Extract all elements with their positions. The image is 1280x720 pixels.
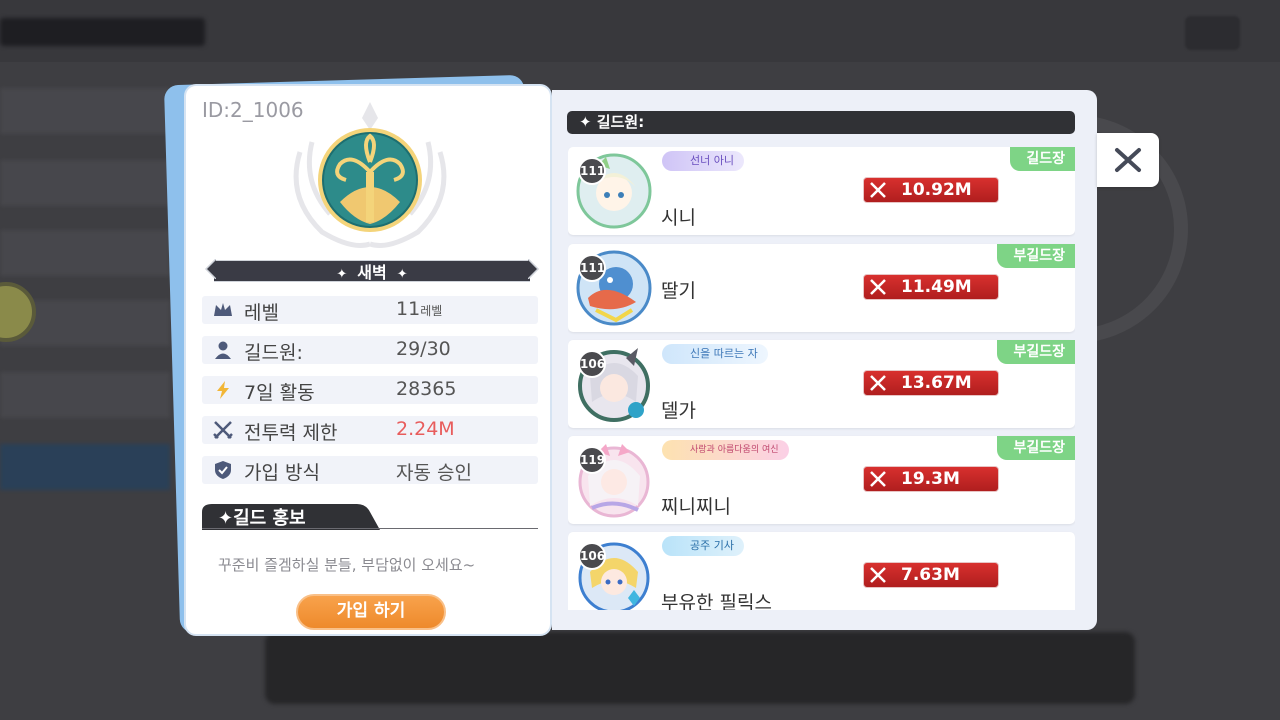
member-power: 7.63M [863,562,1013,588]
member-title-chip: 선너 아니 [662,151,744,171]
promo-text: 꾸준비 즐겜하실 분들, 부담없이 오세요~ [218,556,476,574]
info-row-activity: 7일 활동 28365 [202,376,538,404]
member-card[interactable]: 106 공주 기사 부유한 필릭스 7.63M [568,532,1075,610]
background-side-item [0,230,170,276]
info-row-join-method: 가입 방식 자동 승인 [202,456,538,484]
background-side-item [0,372,170,418]
star-icon: ✦ [396,267,408,282]
member-title-chip: 사랑과 아름다움의 여신 [662,440,789,460]
info-row-power-limit: 전투력 제한 2.24M [202,416,538,444]
member-name: 딸기 [661,280,696,302]
member-list[interactable]: 111 선너 아니 시니 길드장 10.92M 111 딸기 부길드장 11.4… [568,147,1075,610]
member-power: 13.67M [863,370,1013,396]
member-power-value: 19.3M [901,469,960,489]
crossed-swords-icon [870,567,886,583]
member-power: 19.3M [863,466,1013,492]
guild-emblem-icon [282,102,458,252]
member-role-tag: 부길드장 [997,436,1075,460]
member-level-badge: 106 [578,350,606,378]
background-title [0,18,205,46]
info-value-activity: 28365 [396,378,457,400]
member-role-tag: 부길드장 [997,340,1075,364]
member-role-tag: 길드장 [1010,147,1075,171]
background-side-item-active [0,444,170,490]
member-level-badge: 119 [578,446,606,474]
info-label: 레벨 [244,302,279,324]
info-row-level: 레벨 11레벨 [202,296,538,324]
crossed-swords-icon [870,375,886,391]
star-icon: ✦ [336,267,348,282]
member-name: 부유한 필릭스 [661,592,772,610]
guild-name: 새벽 [357,263,387,282]
info-value-members: 29/30 [396,338,451,360]
member-list-header: ✦ 길드원: [567,111,1075,134]
member-card[interactable]: 106 신을 따르는 자 델가 부길드장 13.67M [568,340,1075,428]
member-title-chip: 공주 기사 [662,536,744,556]
member-panel: ✦ 길드원: 111 선너 아니 시니 길드장 10.92M 111 딸기 부길… [552,90,1097,630]
info-value-join-method: 자동 승인 [396,462,472,484]
crossed-swords-icon [870,182,886,198]
background-side-item [0,160,170,206]
member-role-tag: 부길드장 [997,244,1075,268]
info-label: 가입 방식 [244,462,320,484]
member-name: 델가 [661,400,696,422]
close-icon [1115,148,1141,172]
shield-icon [215,461,231,479]
member-level-badge: 111 [578,254,606,282]
info-value-power-limit: 2.24M [396,418,455,440]
member-card[interactable]: 111 딸기 부길드장 11.49M [568,244,1075,332]
info-label: 7일 활동 [244,382,315,404]
member-name: 찌니찌니 [661,496,731,518]
member-title-chip: 신을 따르는 자 [662,344,768,364]
info-label: 길드원: [244,342,303,364]
member-card[interactable]: 119 사랑과 아름다움의 여신 찌니찌니 부길드장 19.3M [568,436,1075,524]
member-power-value: 7.63M [901,565,960,585]
promo-divider [202,528,538,529]
info-row-members: 길드원: 29/30 [202,336,538,364]
promo-title: ✦길드 홍보 [218,508,306,529]
background-bottom-button [265,632,1135,704]
member-power: 10.92M [863,177,1013,203]
lightning-icon [217,381,229,399]
guild-name-banner: ✦ 새벽 ✦ [204,258,540,282]
crossed-swords-icon [870,471,886,487]
crossed-swords-icon [870,279,886,295]
member-power-value: 13.67M [901,373,972,393]
member-power: 11.49M [863,274,1013,300]
crown-icon [214,303,232,316]
person-icon [215,341,231,359]
info-label: 전투력 제한 [244,422,338,444]
guild-info-card: ID:2_1006 ✦ 새벽 ✦ 레벨 11레벨 길드원: 29/30 7일 활… [184,84,552,636]
info-value-level: 11레벨 [396,298,443,320]
close-button[interactable] [1097,133,1159,187]
join-button[interactable]: 가입 하기 [296,594,446,630]
member-card[interactable]: 111 선너 아니 시니 길드장 10.92M [568,147,1075,235]
member-power-value: 11.49M [901,277,972,297]
member-name: 시니 [661,207,696,229]
member-level-badge: 111 [578,157,606,185]
background-top-right-button [1185,16,1240,50]
crossed-swords-icon [213,421,233,439]
member-power-value: 10.92M [901,180,972,200]
member-level-badge: 106 [578,542,606,570]
background-side-item [0,88,170,134]
